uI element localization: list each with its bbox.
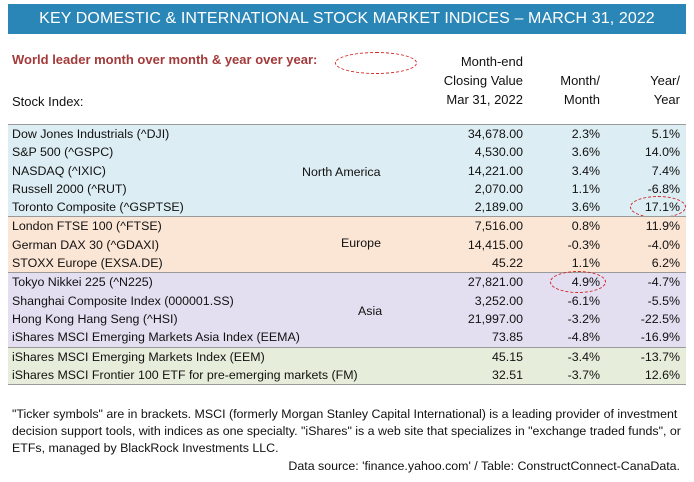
header-closing-line-1: Month-end xyxy=(460,54,523,69)
table-row: S&P 500 (^GSPC) 4,530.00 3.6% 14.0% xyxy=(8,143,686,161)
year-change: 7.4% xyxy=(651,163,680,178)
group-europe: London FTSE 100 (^FTSE) 7,516.00 0.8% 11.9%… xyxy=(8,216,686,273)
closing-value: 21,997.00 xyxy=(467,311,523,326)
closing-value: 2,189.00 xyxy=(474,200,523,215)
closing-value: 14,221.00 xyxy=(467,163,523,178)
table-row: Dow Jones Industrials (^DJI) 34,678.00 2.3… xyxy=(8,125,686,143)
month-change: -4.8% xyxy=(567,330,600,345)
year-change: -4.7% xyxy=(647,275,680,290)
closing-value: 34,678.00 xyxy=(467,127,523,141)
title-banner: KEY DOMESTIC & INTERNATIONAL STOCK MARKE… xyxy=(8,4,686,34)
month-change: -3.7% xyxy=(567,367,600,382)
table-row: Tokyo Nikkei 225 (^N225) 27,821.00 4.9% -4.… xyxy=(8,271,686,294)
header-closing-line-2: Closing Value xyxy=(443,73,523,88)
closing-value: 45.22 xyxy=(491,256,523,271)
index-name: Russell 2000 (^RUT) xyxy=(12,181,127,196)
table-row: Shanghai Composite Index (000001.SS) 3,25… xyxy=(8,292,686,310)
year-change: -5.5% xyxy=(647,293,680,308)
region-label: Europe xyxy=(341,235,381,250)
header-closing-value: Month-end Closing Value Mar 31, 2022 xyxy=(408,52,523,109)
month-change: 3.6% xyxy=(571,145,600,160)
month-change: 1.1% xyxy=(571,181,600,196)
year-change: -4.0% xyxy=(647,237,680,252)
table-row: Hong Kong Hang Seng (^HSI) 21,997.00 -3.2%… xyxy=(8,310,686,328)
footnote: "Ticker symbols" are in brackets. MSCI (… xyxy=(12,407,681,455)
table-row: iShares MSCI Emerging Markets Index (EEM… xyxy=(8,348,686,366)
year-change: -16.9% xyxy=(640,330,680,345)
index-name: iShares MSCI Emerging Markets Asia Index… xyxy=(12,330,300,345)
header-month-line-2: Month xyxy=(563,92,600,107)
table-row: Russell 2000 (^RUT) 2,070.00 1.1% -6.8% xyxy=(8,180,686,198)
index-name: London FTSE 100 (^FTSE) xyxy=(12,219,162,234)
month-change: 1.1% xyxy=(571,256,600,271)
year-change: 14.0% xyxy=(644,145,680,160)
table-row: iShares MSCI Frontier 100 ETF for pre-em… xyxy=(8,366,686,384)
header-month-over-month: Month/ Month xyxy=(528,71,600,109)
index-name: S&P 500 (^GSPC) xyxy=(12,145,114,160)
closing-value: 32.51 xyxy=(491,367,523,382)
leader-legend-oval xyxy=(335,52,417,74)
index-name: Dow Jones Industrials (^DJI) xyxy=(12,127,170,141)
group-emerging-markets: iShares MSCI Emerging Markets Index (EEM… xyxy=(8,346,686,386)
month-change: 0.8% xyxy=(571,219,600,234)
closing-value: 27,821.00 xyxy=(467,275,523,290)
header-year-line-1: Year/ xyxy=(650,73,680,88)
index-name: Tokyo Nikkei 225 (^N225) xyxy=(12,275,153,290)
year-change: 5.1% xyxy=(651,127,680,141)
year-change: 11.9% xyxy=(645,219,680,234)
index-name: iShares MSCI Frontier 100 ETF for pre-em… xyxy=(12,367,358,382)
month-change: -0.3% xyxy=(567,237,600,252)
header-month-line-1: Month/ xyxy=(560,73,600,88)
table-row: Toronto Composite (^GSPTSE) 2,189.00 3.6% 1… xyxy=(8,196,686,219)
table-row: STOXX Europe (EXSA.DE) 45.22 1.1% 6.2% xyxy=(8,254,686,272)
header-year-line-2: Year xyxy=(653,92,680,107)
leader-label: World leader month over month & year ove… xyxy=(12,52,318,67)
header-closing-line-3: Mar 31, 2022 xyxy=(446,92,523,107)
closing-value: 2,070.00 xyxy=(474,181,523,196)
closing-value: 3,252.00 xyxy=(474,293,523,308)
index-name: NASDAQ (^IXIC) xyxy=(12,163,106,178)
table-row: London FTSE 100 (^FTSE) 7,516.00 0.8% 11.9% xyxy=(8,217,686,235)
month-change: -3.4% xyxy=(567,349,600,364)
year-change: -13.7% xyxy=(640,349,680,364)
index-name: German DAX 30 (^GDAXI) xyxy=(12,237,159,252)
index-table: Dow Jones Industrials (^DJI) 34,678.00 2.3… xyxy=(8,124,686,386)
index-name: Hong Kong Hang Seng (^HSI) xyxy=(12,311,178,326)
closing-value: 7,516.00 xyxy=(474,219,523,234)
month-change: -6.1% xyxy=(567,293,600,308)
table-row: iShares MSCI Emerging Markets Asia Index… xyxy=(8,328,686,346)
closing-value: 4,530.00 xyxy=(474,145,523,160)
table-header: World leader month over month & year ove… xyxy=(8,40,686,120)
month-change: 2.3% xyxy=(571,127,600,141)
group-north-america: Dow Jones Industrials (^DJI) 34,678.00 2.3… xyxy=(8,124,686,219)
region-label: Asia xyxy=(358,303,383,318)
year-change: 12.6% xyxy=(644,367,680,382)
year-change: -6.8% xyxy=(647,181,680,196)
closing-value: 73.85 xyxy=(491,330,523,345)
index-name: Toronto Composite (^GSPTSE) xyxy=(12,200,184,215)
group-asia: Tokyo Nikkei 225 (^N225) 27,821.00 4.9% -4.… xyxy=(8,271,686,347)
region-label: North America xyxy=(302,164,381,179)
index-name: Shanghai Composite Index (000001.SS) xyxy=(12,293,234,308)
month-change: -3.2% xyxy=(567,311,600,326)
month-change: 3.4% xyxy=(571,163,600,178)
year-change: 6.2% xyxy=(651,256,680,271)
header-year-over-year: Year/ Year xyxy=(608,71,680,109)
index-name: iShares MSCI Emerging Markets Index (EEM… xyxy=(12,349,265,364)
closing-value: 45.15 xyxy=(491,349,523,364)
data-source: Data source: 'finance.yahoo.com' / Table… xyxy=(288,459,680,473)
header-stock-index: Stock Index: xyxy=(12,94,84,109)
year-change: -22.5% xyxy=(640,311,680,326)
index-name: STOXX Europe (EXSA.DE) xyxy=(12,256,163,271)
closing-value: 14,415.00 xyxy=(467,237,523,252)
month-change: 3.6% xyxy=(571,200,600,215)
